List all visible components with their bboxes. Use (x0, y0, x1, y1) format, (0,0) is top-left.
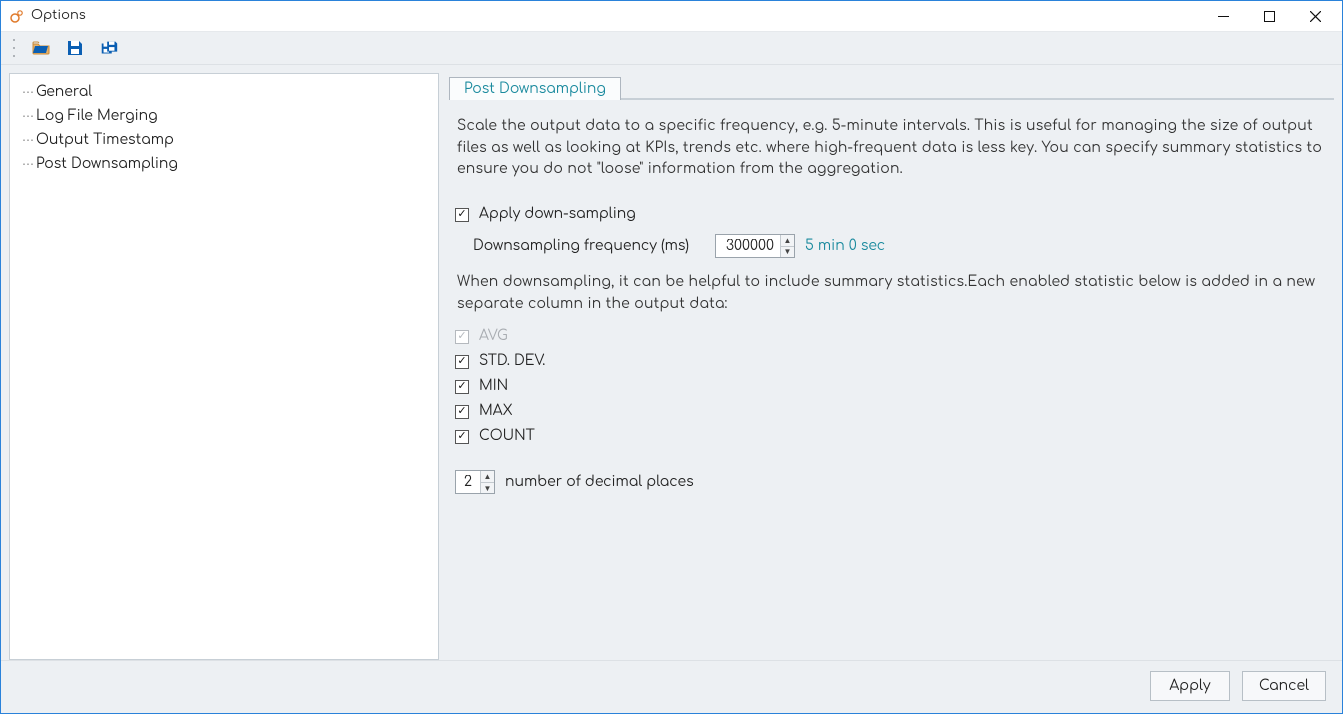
sidebar-item-general[interactable]: ⋯ General (16, 80, 432, 104)
stat-label: STD. DEV. (479, 354, 545, 369)
stat-checkbox (455, 330, 469, 344)
close-button[interactable] (1292, 1, 1338, 31)
tree-bullet-icon: ⋯ (22, 109, 32, 123)
save-button[interactable] (65, 38, 85, 58)
stat-checkbox[interactable] (455, 355, 469, 369)
frequency-input[interactable] (716, 235, 780, 257)
sidebar-item-log-file-merging[interactable]: ⋯ Log File Merging (16, 104, 432, 128)
stat-label: AVG (479, 329, 508, 344)
frequency-spinbox[interactable]: ▲ ▼ (715, 234, 795, 258)
content: Post Downsampling Scale the output data … (449, 73, 1334, 660)
footer: Apply Cancel (1, 660, 1342, 713)
tree-bullet-icon: ⋯ (22, 133, 32, 147)
apply-downsampling-row: Apply down-sampling (455, 207, 1328, 222)
stat-label: COUNT (479, 429, 535, 444)
stat-row: MIN (455, 379, 1328, 394)
stat-checkbox[interactable] (455, 405, 469, 419)
apply-downsampling-checkbox[interactable] (455, 208, 469, 222)
toolbar-grip-icon (11, 39, 17, 57)
sidebar-item-output-timestamp[interactable]: ⋯ Output Timestamp (16, 128, 432, 152)
stat-row: COUNT (455, 429, 1328, 444)
sidebar: ⋯ General ⋯ Log File Merging ⋯ Output Ti… (9, 73, 439, 660)
spin-down-icon[interactable]: ▼ (481, 482, 494, 494)
maximize-button[interactable] (1246, 1, 1292, 31)
sidebar-item-label: General (36, 85, 92, 100)
body: ⋯ General ⋯ Log File Merging ⋯ Output Ti… (1, 65, 1342, 660)
toolbar (1, 31, 1342, 65)
stat-row: STD. DEV. (455, 354, 1328, 369)
stats-intro: When downsampling, it can be helpful to … (455, 272, 1328, 315)
window-title: Options (31, 9, 86, 23)
stat-label: MAX (479, 404, 512, 419)
sidebar-item-post-downsampling[interactable]: ⋯ Post Downsampling (16, 152, 432, 176)
spin-up-icon[interactable]: ▲ (781, 235, 794, 246)
panel: Scale the output data to a specific freq… (449, 99, 1334, 660)
frequency-hint: 5 min 0 sec (805, 239, 885, 254)
spin-up-icon[interactable]: ▲ (481, 471, 494, 482)
save-all-button[interactable] (99, 38, 119, 58)
stat-label: MIN (479, 379, 508, 394)
decimals-row: ▲ ▼ number of decimal places (455, 470, 1328, 494)
stat-row: AVG (455, 329, 1328, 344)
open-folder-button[interactable] (31, 38, 51, 58)
tab-row: Post Downsampling (449, 73, 1334, 99)
tree-bullet-icon: ⋯ (22, 157, 32, 171)
app-icon (9, 8, 25, 24)
stat-row: MAX (455, 404, 1328, 419)
sidebar-item-label: Log File Merging (36, 109, 158, 124)
panel-description: Scale the output data to a specific freq… (455, 116, 1328, 181)
stat-checkbox[interactable] (455, 380, 469, 394)
decimals-label: number of decimal places (505, 475, 694, 490)
spin-down-icon[interactable]: ▼ (781, 246, 794, 258)
cancel-button[interactable]: Cancel (1242, 671, 1326, 701)
frequency-row: Downsampling frequency (ms) ▲ ▼ 5 min 0 … (473, 234, 1328, 258)
decimals-input[interactable] (456, 471, 480, 493)
tab-post-downsampling[interactable]: Post Downsampling (449, 77, 621, 100)
apply-downsampling-label: Apply down-sampling (479, 207, 636, 222)
stat-checkbox[interactable] (455, 430, 469, 444)
tree-bullet-icon: ⋯ (22, 85, 32, 99)
frequency-label: Downsampling frequency (ms) (473, 239, 689, 254)
sidebar-item-label: Post Downsampling (36, 157, 178, 172)
minimize-button[interactable] (1200, 1, 1246, 31)
titlebar: Options (1, 1, 1342, 31)
apply-button[interactable]: Apply (1150, 671, 1230, 701)
sidebar-item-label: Output Timestamp (36, 133, 174, 148)
options-window: Options ⋯ General (0, 0, 1343, 714)
decimals-spinbox[interactable]: ▲ ▼ (455, 470, 495, 494)
